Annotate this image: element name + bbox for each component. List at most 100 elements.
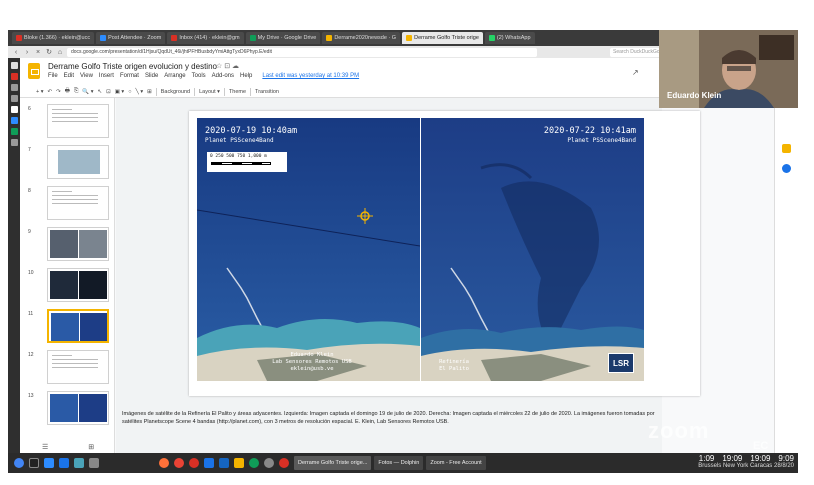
tasks-icon[interactable] xyxy=(782,164,791,173)
toolbar-button[interactable]: ▣ ▾ xyxy=(115,89,125,95)
browser-tab[interactable]: My Drive · Google Drive xyxy=(245,32,321,44)
address-input[interactable]: docs.google.com/presentation/d/1Hjsu/Qqd… xyxy=(67,47,537,57)
filmstrip-slide[interactable]: 6 xyxy=(20,104,114,142)
toolbar-button[interactable]: ⊞ xyxy=(147,89,152,95)
toolbar-button[interactable]: ⎘ xyxy=(74,88,78,95)
menu-item-slide[interactable]: Slide xyxy=(145,73,158,79)
app-icon[interactable] xyxy=(264,458,274,468)
filmstrip-slide[interactable]: 8 xyxy=(20,186,114,224)
slide-thumbnail[interactable] xyxy=(47,104,109,138)
activity-trend-icon[interactable]: ↗ xyxy=(632,68,639,77)
filmstrip-slide[interactable]: 9 xyxy=(20,227,114,265)
slide-thumbnail[interactable] xyxy=(47,268,109,302)
taskbar-task[interactable]: Fotos — Dolphin xyxy=(374,456,424,470)
slide-thumbnail[interactable] xyxy=(47,309,109,343)
dock-app-icon[interactable] xyxy=(10,117,18,124)
slide-thumbnail[interactable] xyxy=(47,350,109,384)
menu-item-view[interactable]: View xyxy=(80,73,93,79)
list-view-icon[interactable]: ☰ xyxy=(42,443,48,451)
browser-tab[interactable]: (2) WhatsApp xyxy=(484,32,535,44)
vivaldi-icon[interactable] xyxy=(279,458,289,468)
slide-canvas[interactable]: 2020-07-19 10:40am Planet PSScene4Band 0… xyxy=(116,98,700,453)
close-icon[interactable]: × xyxy=(34,49,42,56)
dock-app-icon[interactable] xyxy=(10,84,18,91)
browser-tab[interactable]: Post Attendee · Zoom xyxy=(96,32,166,44)
menu-item-file[interactable]: File xyxy=(48,73,58,79)
clock-time[interactable]: 19:09 xyxy=(722,454,742,463)
toolbar-button[interactable]: ↶ xyxy=(48,89,53,95)
dock-app-icon[interactable] xyxy=(10,106,18,113)
filmstrip-slide[interactable]: 10 xyxy=(20,268,114,306)
filmstrip-slide[interactable]: 13 xyxy=(20,391,114,429)
menu-item-format[interactable]: Format xyxy=(120,73,139,79)
toolbar-button[interactable]: ○ xyxy=(128,89,131,95)
toolbar-button[interactable]: ↷ xyxy=(56,89,61,95)
taskbar-task[interactable]: Zoom - Free Account xyxy=(426,456,486,470)
browser-tab[interactable]: Bloke (1.366) · eklein@ucc xyxy=(12,32,95,44)
app-launcher-icon[interactable] xyxy=(14,458,24,468)
dock-app-icon[interactable] xyxy=(10,73,18,80)
slide-thumbnail[interactable] xyxy=(47,391,109,425)
taskbar-task[interactable]: Derrame Golfo Triste orige... xyxy=(294,456,372,470)
browser-tab[interactable]: Derrame2020newsde · G xyxy=(322,32,401,44)
menu-item-tools[interactable]: Tools xyxy=(192,73,206,79)
app-icon[interactable] xyxy=(44,458,54,468)
toolbar-button[interactable]: ↖ xyxy=(97,89,102,95)
theme-button[interactable]: Theme xyxy=(229,89,246,95)
grid-view-icon[interactable]: ⊞ xyxy=(88,443,94,451)
dock-app-icon[interactable] xyxy=(10,128,18,135)
slide-thumbnail[interactable] xyxy=(47,145,109,179)
dock-app-icon[interactable] xyxy=(10,95,18,102)
menu-item-insert[interactable]: Insert xyxy=(99,73,114,79)
browser-tab[interactable]: Inbox (414) · eklein@gm xyxy=(167,32,244,44)
forward-icon[interactable]: › xyxy=(23,49,31,56)
clock-time[interactable]: 19:09 xyxy=(750,454,770,463)
home-icon[interactable]: ⌂ xyxy=(56,49,64,56)
toolbar-button[interactable]: ╲ ▾ xyxy=(136,89,144,95)
dock-app-icon[interactable] xyxy=(10,139,18,146)
toolbar-button[interactable]: ⊡ xyxy=(106,89,111,95)
slide-caption[interactable]: Imágenes de satélite de la Refinería El … xyxy=(116,410,662,450)
keep-notes-icon[interactable] xyxy=(782,144,791,153)
menu-item-edit[interactable]: Edit xyxy=(64,73,74,79)
layout-button[interactable]: Layout ▾ xyxy=(199,89,220,95)
star-move-cloud-icons[interactable]: ☆ ⊡ ☁ xyxy=(216,62,239,70)
menu-item-addons[interactable]: Add-ons xyxy=(212,73,234,79)
toolbar-button[interactable]: 🔍 ▾ xyxy=(82,89,93,95)
firefox-icon[interactable] xyxy=(159,458,169,468)
app-icon[interactable] xyxy=(74,458,84,468)
reload-icon[interactable]: ↻ xyxy=(45,48,53,56)
filmstrip-slide[interactable]: 11 xyxy=(20,309,114,347)
dock-app-icon[interactable] xyxy=(10,62,18,69)
satellite-image-left[interactable]: 2020-07-19 10:40am Planet PSScene4Band 0… xyxy=(197,118,420,381)
slide-thumbnail[interactable] xyxy=(47,227,109,261)
toolbar-button[interactable]: + ▾ xyxy=(36,89,44,95)
background-button[interactable]: Background xyxy=(161,89,190,95)
files-icon[interactable] xyxy=(219,458,229,468)
document-title[interactable]: Derrame Golfo Triste origen evolucion y … xyxy=(48,62,217,71)
last-edit-link[interactable]: Last edit was yesterday at 10:39 PM xyxy=(262,73,359,79)
satellite-image-right[interactable]: 2020-07-22 10:41am Planet PSScene4Band R… xyxy=(421,118,644,381)
chrome-icon[interactable] xyxy=(174,458,184,468)
back-icon[interactable]: ‹ xyxy=(12,49,20,56)
menu-item-help[interactable]: Help xyxy=(240,73,252,79)
filmstrip-slide[interactable]: 12 xyxy=(20,350,114,388)
menu-item-arrange[interactable]: Arrange xyxy=(164,73,185,79)
app-icon[interactable] xyxy=(89,458,99,468)
filmstrip-slide[interactable]: 7 xyxy=(20,145,114,183)
files-icon[interactable] xyxy=(204,458,214,468)
app-icon[interactable] xyxy=(234,458,244,468)
app-icon[interactable] xyxy=(59,458,69,468)
desktop-icon[interactable] xyxy=(29,458,39,468)
vivaldi-icon[interactable] xyxy=(189,458,199,468)
google-slides-logo[interactable] xyxy=(28,63,40,79)
browser-tab[interactable]: Derrame Golfo Triste orige xyxy=(402,32,483,44)
transition-button[interactable]: Transition xyxy=(255,89,279,95)
slide-thumbnail[interactable] xyxy=(47,186,109,220)
app-icon[interactable] xyxy=(249,458,259,468)
clock-time[interactable]: 9:09 xyxy=(778,454,794,463)
toolbar-button[interactable]: 🖶 xyxy=(65,87,70,96)
clock-time[interactable]: 1:09 xyxy=(699,454,715,463)
tab-favicon-icon xyxy=(16,35,22,41)
current-slide[interactable]: 2020-07-19 10:40am Planet PSScene4Band 0… xyxy=(189,111,700,396)
